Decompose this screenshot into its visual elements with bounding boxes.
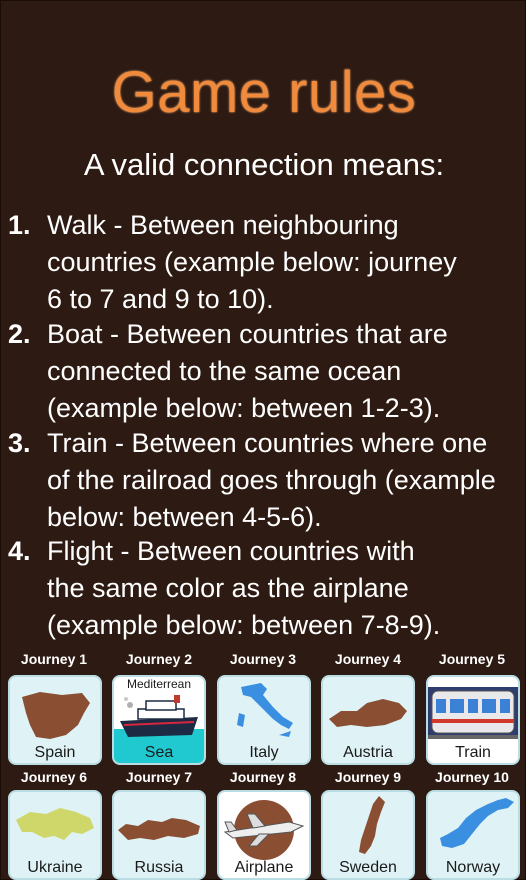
journey-card-train[interactable]: Train: [426, 675, 520, 765]
page-title: Game rules: [111, 60, 417, 125]
rule-number: 1.: [8, 210, 31, 240]
journey-label: Sea: [144, 744, 174, 761]
journey-label: Train: [455, 744, 491, 761]
journey-title: Journey 9: [334, 769, 402, 785]
journey-label: Austria: [343, 744, 393, 761]
journey-card-italy[interactable]: Italy: [217, 675, 311, 765]
journey-card-spain[interactable]: Spain: [8, 675, 102, 765]
journey-title: Journey 8: [229, 769, 297, 785]
journey-card-austria[interactable]: Austria: [321, 675, 415, 765]
rules-board: Game rules A valid connection means: 1. …: [0, 0, 526, 880]
rule-number: 4.: [8, 536, 31, 566]
journey-title: Journey 7: [125, 769, 193, 785]
journey-card-norway[interactable]: Norway: [426, 790, 520, 880]
journey-title: Journey 10: [435, 769, 509, 785]
journey-sublabel: Mediterrean: [126, 677, 192, 691]
rule-text: Walk - Between neighbouring countries (e…: [47, 210, 457, 314]
journey-card-sea[interactable]: Mediterrean Sea: [112, 675, 206, 765]
journey-card-sweden[interactable]: Sweden: [321, 790, 415, 880]
journey-card-airplane[interactable]: Airplane: [217, 790, 311, 880]
journey-title: Journey 5: [438, 651, 506, 667]
journey-title: Journey 6: [20, 769, 88, 785]
journey-title: Journey 3: [229, 651, 297, 667]
rule-text: Boat - Between countries that are connec…: [47, 319, 448, 423]
journey-card-ukraine[interactable]: Ukraine: [8, 790, 102, 880]
rule-text: Flight - Between countries with the same…: [47, 536, 441, 640]
page-subtitle: A valid connection means:: [83, 147, 445, 182]
journey-label: Spain: [34, 744, 76, 761]
journey-title: Journey 2: [125, 651, 193, 667]
rule-text: Train - Between countries where one of t…: [47, 428, 496, 532]
rule-number: 2.: [8, 319, 31, 349]
journey-label: Ukraine: [27, 859, 83, 876]
journey-label: Sweden: [339, 859, 397, 876]
journey-label: Norway: [445, 859, 501, 876]
rule-number: 3.: [8, 428, 31, 458]
journey-title: Journey 1: [20, 651, 88, 667]
journey-title: Journey 4: [334, 651, 402, 667]
journey-card-russia[interactable]: Russia: [112, 790, 206, 880]
journey-label: Airplane: [234, 859, 294, 876]
journey-label: Russia: [134, 859, 184, 876]
journey-label: Italy: [249, 744, 279, 761]
